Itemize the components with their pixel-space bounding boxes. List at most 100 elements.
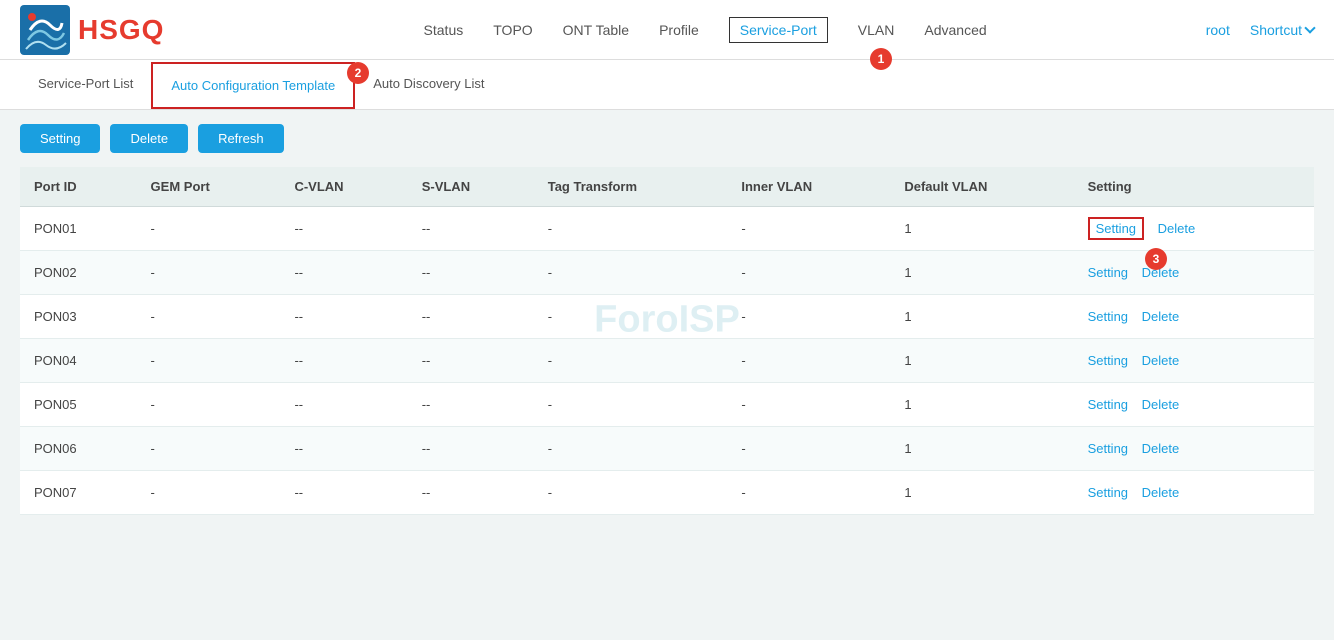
cell-gem-port: - bbox=[137, 427, 281, 471]
row-setting-link[interactable]: Setting bbox=[1088, 397, 1128, 412]
row-setting-link[interactable]: Setting bbox=[1088, 309, 1128, 324]
cell-gem-port: - bbox=[137, 207, 281, 251]
logo-area: HSGQ bbox=[20, 5, 164, 55]
cell-default-vlan: 1 bbox=[890, 471, 1073, 515]
row-setting-link[interactable]: Setting bbox=[1088, 441, 1128, 456]
nav-topo[interactable]: TOPO bbox=[493, 18, 532, 42]
refresh-button[interactable]: Refresh bbox=[198, 124, 284, 153]
row-setting-link[interactable]: Setting bbox=[1088, 485, 1128, 500]
cell-default-vlan: 1 bbox=[890, 207, 1073, 251]
delete-button[interactable]: Delete bbox=[110, 124, 188, 153]
tab-auto-discovery-list[interactable]: Auto Discovery List bbox=[355, 62, 502, 107]
table-row: PON05 - -- -- - - 1 Setting Delete bbox=[20, 383, 1314, 427]
row-delete-link[interactable]: Delete bbox=[1142, 353, 1180, 368]
table-container: Port ID GEM Port C-VLAN S-VLAN Tag Trans… bbox=[0, 167, 1334, 535]
cell-port-id: PON03 bbox=[20, 295, 137, 339]
table-row: PON01 - -- -- - - 1 Setting Delete bbox=[20, 207, 1314, 251]
nav-vlan[interactable]: VLAN bbox=[858, 18, 895, 42]
col-gem-port: GEM Port bbox=[137, 167, 281, 207]
col-inner-vlan: Inner VLAN bbox=[727, 167, 890, 207]
cell-port-id: PON01 bbox=[20, 207, 137, 251]
table-row: PON03 - -- -- - - 1 Setting Delete bbox=[20, 295, 1314, 339]
table-row: PON02 - -- -- - - 1 Setting Delete bbox=[20, 251, 1314, 295]
nav-right: root Shortcut bbox=[1206, 22, 1314, 38]
nav-ont-table[interactable]: ONT Table bbox=[563, 18, 629, 42]
row-setting-link[interactable]: Setting bbox=[1088, 217, 1144, 240]
row-delete-link[interactable]: Delete bbox=[1142, 397, 1180, 412]
cell-actions: Setting Delete bbox=[1074, 339, 1314, 383]
cell-actions: Setting Delete bbox=[1074, 251, 1314, 295]
chevron-down-icon bbox=[1304, 22, 1315, 33]
cell-actions: Setting Delete bbox=[1074, 471, 1314, 515]
cell-tag-transform: - bbox=[534, 471, 728, 515]
cell-tag-transform: - bbox=[534, 427, 728, 471]
cell-port-id: PON05 bbox=[20, 383, 137, 427]
row-delete-link[interactable]: Delete bbox=[1142, 485, 1180, 500]
cell-s-vlan: -- bbox=[408, 383, 534, 427]
cell-tag-transform: - bbox=[534, 383, 728, 427]
cell-default-vlan: 1 bbox=[890, 427, 1073, 471]
cell-inner-vlan: - bbox=[727, 295, 890, 339]
cell-inner-vlan: - bbox=[727, 251, 890, 295]
cell-gem-port: - bbox=[137, 339, 281, 383]
cell-s-vlan: -- bbox=[408, 339, 534, 383]
cell-c-vlan: -- bbox=[280, 295, 407, 339]
cell-default-vlan: 1 bbox=[890, 251, 1073, 295]
cell-c-vlan: -- bbox=[280, 471, 407, 515]
logo-icon bbox=[20, 5, 70, 55]
cell-s-vlan: -- bbox=[408, 251, 534, 295]
nav-profile[interactable]: Profile bbox=[659, 18, 699, 42]
cell-c-vlan: -- bbox=[280, 427, 407, 471]
cell-tag-transform: - bbox=[534, 251, 728, 295]
cell-tag-transform: - bbox=[534, 207, 728, 251]
header: HSGQ Status TOPO ONT Table Profile Servi… bbox=[0, 0, 1334, 60]
col-s-vlan: S-VLAN bbox=[408, 167, 534, 207]
cell-s-vlan: -- bbox=[408, 427, 534, 471]
nav-status[interactable]: Status bbox=[424, 18, 464, 42]
row-delete-link[interactable]: Delete bbox=[1142, 309, 1180, 324]
cell-actions: Setting Delete bbox=[1074, 295, 1314, 339]
row-setting-link[interactable]: Setting bbox=[1088, 353, 1128, 368]
row-delete-link[interactable]: Delete bbox=[1142, 441, 1180, 456]
cell-gem-port: - bbox=[137, 251, 281, 295]
cell-c-vlan: -- bbox=[280, 207, 407, 251]
tab-auto-config-template[interactable]: Auto Configuration Template bbox=[151, 62, 355, 109]
row-setting-link[interactable]: Setting bbox=[1088, 265, 1128, 280]
row-delete-link[interactable]: Delete bbox=[1158, 221, 1196, 236]
nav-advanced[interactable]: Advanced bbox=[924, 18, 986, 42]
cell-port-id: PON06 bbox=[20, 427, 137, 471]
cell-actions: Setting Delete bbox=[1074, 427, 1314, 471]
cell-port-id: PON07 bbox=[20, 471, 137, 515]
cell-inner-vlan: - bbox=[727, 427, 890, 471]
col-port-id: Port ID bbox=[20, 167, 137, 207]
cell-inner-vlan: - bbox=[727, 383, 890, 427]
cell-default-vlan: 1 bbox=[890, 383, 1073, 427]
cell-inner-vlan: - bbox=[727, 471, 890, 515]
nav-shortcut[interactable]: Shortcut bbox=[1250, 22, 1314, 38]
cell-c-vlan: -- bbox=[280, 251, 407, 295]
tab-service-port-list[interactable]: Service-Port List bbox=[20, 62, 151, 107]
cell-tag-transform: - bbox=[534, 339, 728, 383]
cell-actions: Setting Delete bbox=[1074, 383, 1314, 427]
cell-c-vlan: -- bbox=[280, 383, 407, 427]
nav-root[interactable]: root bbox=[1206, 22, 1230, 38]
cell-port-id: PON02 bbox=[20, 251, 137, 295]
cell-gem-port: - bbox=[137, 471, 281, 515]
cell-s-vlan: -- bbox=[408, 207, 534, 251]
nav-service-port[interactable]: Service-Port bbox=[729, 17, 828, 43]
col-c-vlan: C-VLAN bbox=[280, 167, 407, 207]
logo-text: HSGQ bbox=[78, 14, 164, 46]
main-table: Port ID GEM Port C-VLAN S-VLAN Tag Trans… bbox=[20, 167, 1314, 515]
cell-inner-vlan: - bbox=[727, 207, 890, 251]
col-setting: Setting bbox=[1074, 167, 1314, 207]
table-row: PON07 - -- -- - - 1 Setting Delete bbox=[20, 471, 1314, 515]
cell-inner-vlan: - bbox=[727, 339, 890, 383]
setting-button[interactable]: Setting bbox=[20, 124, 100, 153]
cell-gem-port: - bbox=[137, 383, 281, 427]
cell-s-vlan: -- bbox=[408, 295, 534, 339]
main-nav: Status TOPO ONT Table Profile Service-Po… bbox=[204, 17, 1205, 43]
col-default-vlan: Default VLAN bbox=[890, 167, 1073, 207]
table-row: PON06 - -- -- - - 1 Setting Delete bbox=[20, 427, 1314, 471]
badge-1: 1 bbox=[870, 48, 892, 70]
tabs-bar: Service-Port List Auto Configuration Tem… bbox=[0, 60, 1334, 110]
